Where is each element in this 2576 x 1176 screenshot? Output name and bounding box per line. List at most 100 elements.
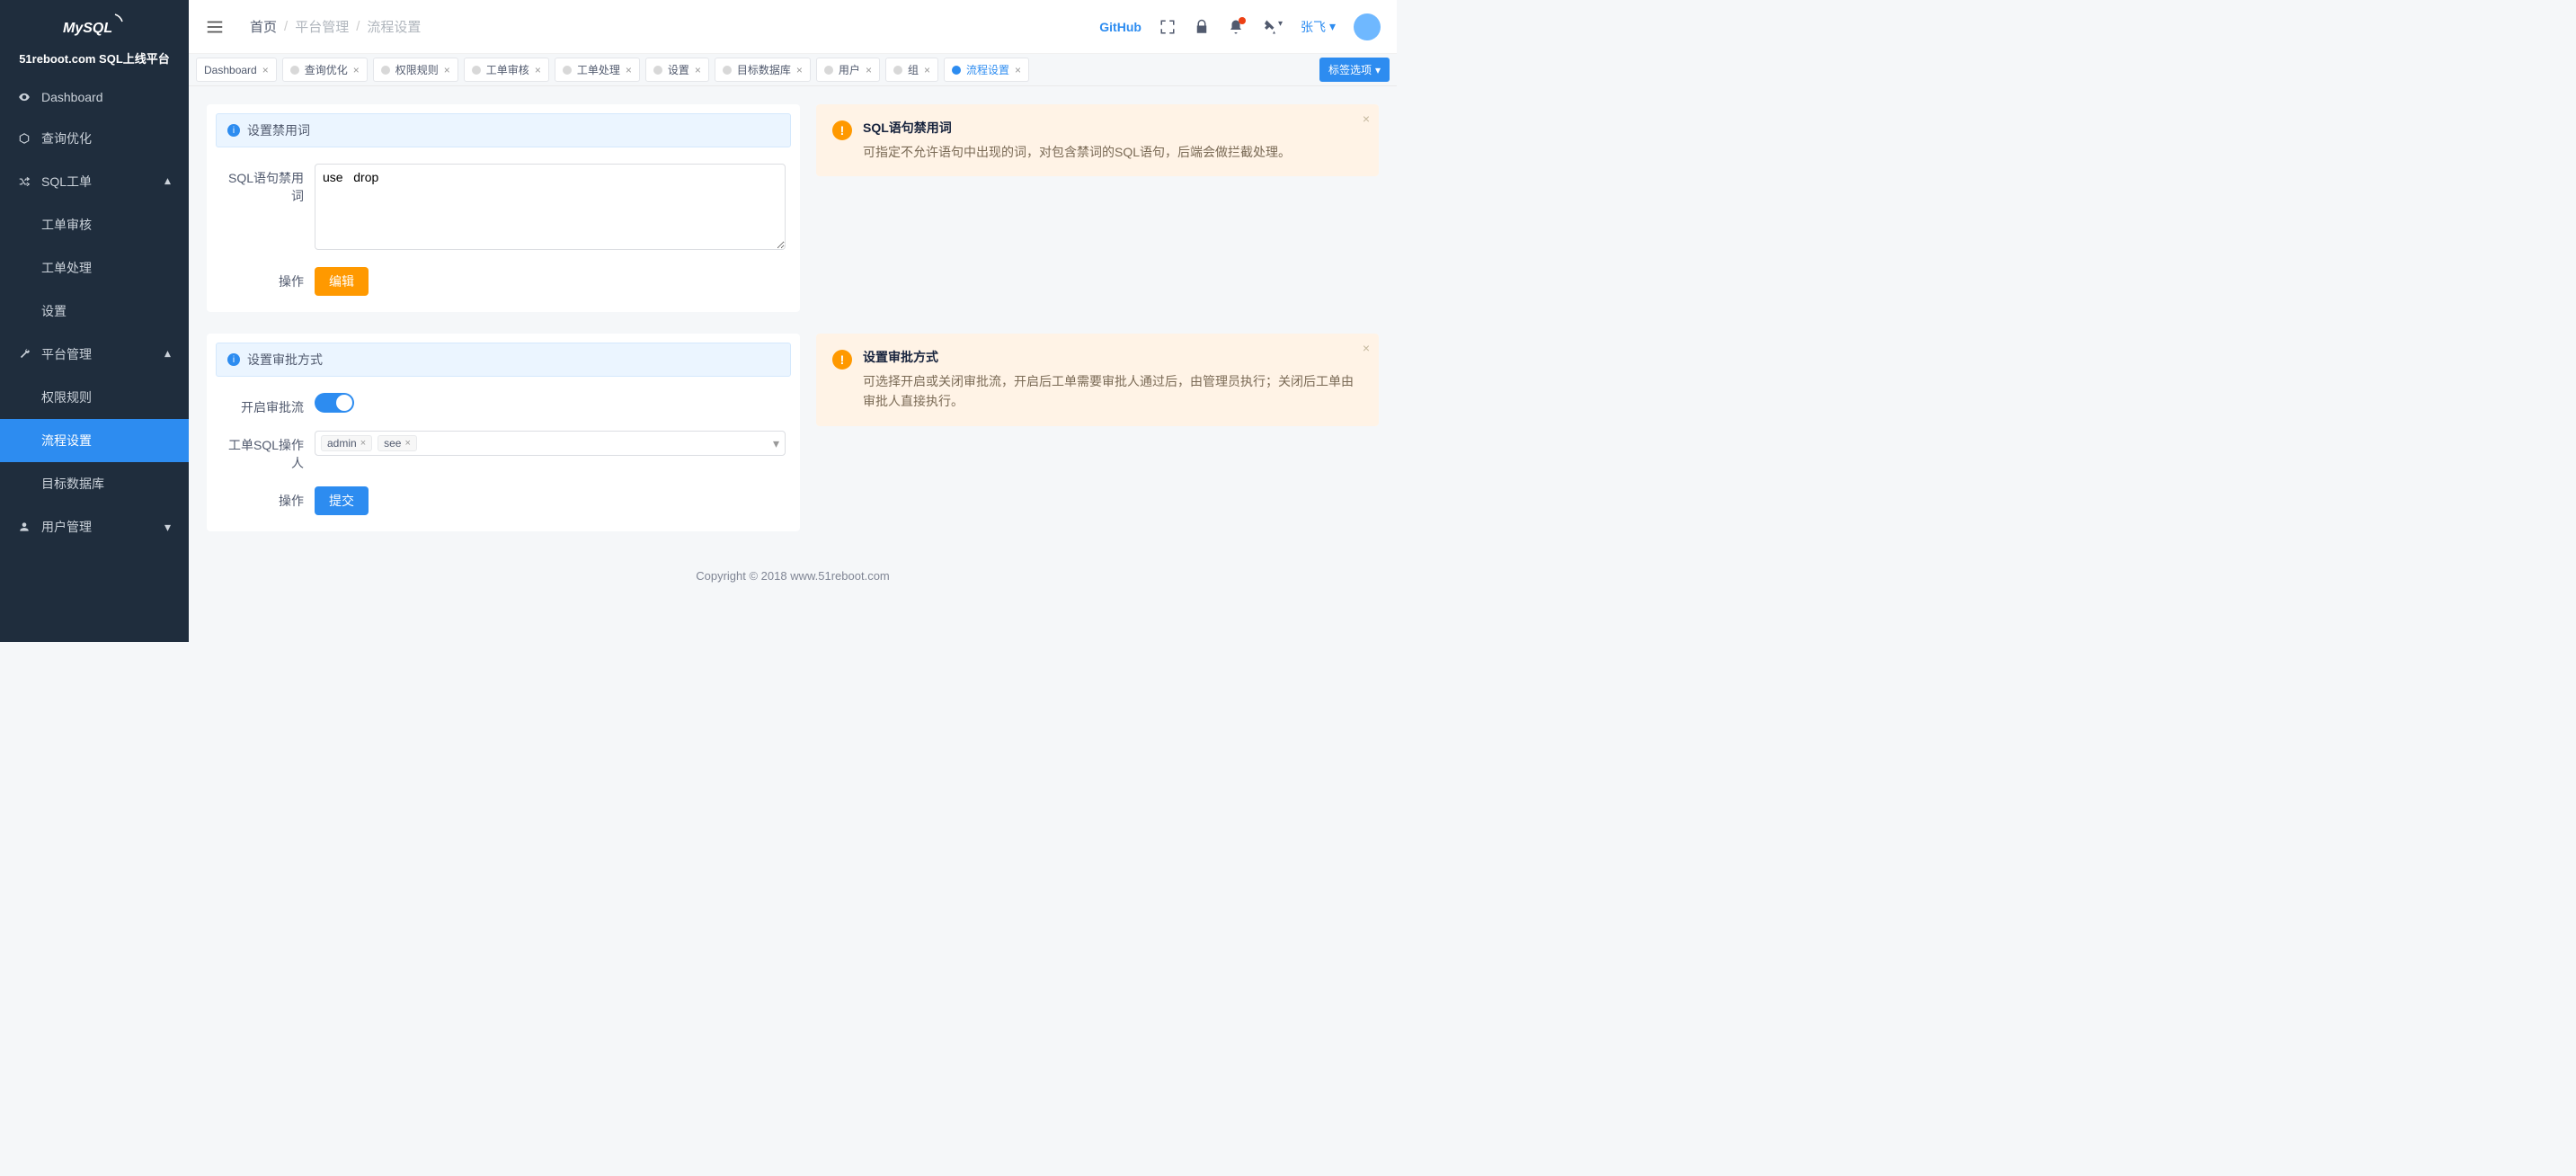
tab-order-review[interactable]: 工单审核 × (464, 58, 549, 82)
shuffle-icon (18, 175, 32, 188)
approval-banner: i 设置审批方式 (216, 343, 791, 377)
sidebar-group-head-user-manage[interactable]: 用户管理 ▾ (0, 505, 189, 548)
close-icon[interactable]: × (1363, 341, 1370, 355)
tab-dot-icon (723, 66, 732, 75)
tab-users[interactable]: 用户× (816, 58, 880, 82)
tab-groups[interactable]: 组× (885, 58, 938, 82)
breadcrumb-item[interactable]: 平台管理 (295, 17, 349, 36)
avatar[interactable] (1354, 13, 1381, 40)
breadcrumb-sep: / (284, 19, 288, 34)
close-icon[interactable]: × (535, 64, 541, 76)
tab-process-settings[interactable]: 流程设置× (944, 58, 1029, 82)
fullscreen-icon[interactable] (1159, 19, 1176, 35)
forbidden-words-textarea[interactable] (315, 164, 786, 250)
close-icon[interactable]: × (796, 64, 803, 76)
sidebar: MySQL 51reboot.com SQL上线平台 Dashboard 查询优… (0, 0, 189, 642)
info-icon: i (227, 353, 240, 366)
user-icon (18, 521, 32, 533)
tab-permission-rules[interactable]: 权限规则× (373, 58, 458, 82)
remove-tag-icon[interactable]: × (404, 438, 410, 449)
breadcrumb-item[interactable]: 首页 (250, 17, 277, 36)
tab-dot-icon (563, 66, 572, 75)
tabs-bar: Dashboard × 查询优化 × 权限规则× 工单审核 × 工单处理 × 设置 × 目… (189, 54, 1397, 86)
tab-query-optimize[interactable]: 查询优化 × (282, 58, 368, 82)
tab-dot-icon (653, 66, 662, 75)
close-icon[interactable]: × (626, 64, 632, 76)
sidebar-group-head-platform-manage[interactable]: 平台管理 ▾ (0, 333, 189, 376)
tab-dot-icon (893, 66, 902, 75)
paint-icon[interactable]: ▾ (1262, 19, 1283, 35)
operators-select[interactable]: admin× see× ▾ (315, 431, 786, 456)
sidebar-item-label: 目标数据库 (41, 475, 171, 493)
tab-dashboard[interactable]: Dashboard × (196, 58, 277, 82)
tab-label: 目标数据库 (737, 62, 791, 77)
sidebar-item-label: 权限规则 (41, 388, 171, 406)
tip-desc: 可指定不允许语句中出现的词，对包含禁词的SQL语句，后端会做拦截处理。 (863, 142, 1291, 162)
close-icon[interactable]: × (866, 64, 872, 76)
menu-toggle-icon[interactable] (205, 17, 225, 37)
operator-tag: see× (378, 435, 417, 451)
sidebar-item-permission-rules[interactable]: 权限规则 (0, 376, 189, 419)
main: 首页 / 平台管理 / 流程设置 GitHub ▾ 张飞▾ (189, 0, 1397, 642)
sidebar-item-target-db[interactable]: 目标数据库 (0, 462, 189, 505)
tab-dot-icon (290, 66, 299, 75)
banner-text: 设置禁用词 (247, 121, 310, 139)
github-link[interactable]: GitHub (1099, 20, 1141, 34)
cube-icon (18, 132, 32, 145)
user-name-label: 张飞 (1301, 18, 1326, 36)
tip-desc: 可选择开启或关闭审批流，开启后工单需要审批人通过后，由管理员执行；关闭后工单由审… (863, 371, 1363, 412)
bell-icon[interactable] (1228, 19, 1244, 35)
close-icon[interactable]: × (444, 64, 450, 76)
chevron-up-icon: ▾ (164, 347, 171, 362)
remove-tag-icon[interactable]: × (360, 438, 366, 449)
sidebar-item-label: SQL工单 (41, 173, 164, 191)
mysql-logo-icon: MySQL (63, 11, 126, 38)
content: i 设置禁用词 SQL语句禁用词 操作 编辑 (189, 86, 1397, 642)
tab-label: Dashboard (204, 64, 257, 76)
tab-target-db[interactable]: 目标数据库 × (715, 58, 811, 82)
user-menu[interactable]: 张飞▾ (1301, 18, 1336, 36)
tabs-list: Dashboard × 查询优化 × 权限规则× 工单审核 × 工单处理 × 设置 × 目… (196, 58, 1314, 82)
caret-down-icon: ▾ (1375, 64, 1381, 76)
tab-settings[interactable]: 设置 × (645, 58, 709, 82)
tab-dot-icon (381, 66, 390, 75)
row-approval: i 设置审批方式 开启审批流 工单SQL操作人 admin× (207, 334, 1379, 531)
tab-order-process[interactable]: 工单处理 × (555, 58, 640, 82)
approval-submit-button[interactable]: 提交 (315, 486, 369, 515)
header: 首页 / 平台管理 / 流程设置 GitHub ▾ 张飞▾ (189, 0, 1397, 54)
sidebar-group-head-sql-order[interactable]: SQL工单 ▾ (0, 160, 189, 203)
breadcrumb-item: 流程设置 (367, 17, 421, 36)
sidebar-item-label: 流程设置 (41, 432, 171, 450)
chevron-down-icon: ▾ (773, 436, 779, 451)
tabs-options-label: 标签选项 (1328, 62, 1372, 77)
tab-label: 工单处理 (577, 62, 620, 77)
close-icon[interactable]: × (262, 64, 269, 76)
approval-switch[interactable] (315, 393, 354, 413)
tab-label: 查询优化 (305, 62, 348, 77)
forbidden-field-label: SQL语句禁用词 (221, 164, 315, 253)
tabs-options-button[interactable]: 标签选项▾ (1319, 58, 1390, 82)
warning-icon: ! (832, 350, 852, 370)
forbidden-tip-card: ! SQL语句禁用词 可指定不允许语句中出现的词，对包含禁词的SQL语句，后端会… (816, 104, 1379, 176)
close-icon[interactable]: × (695, 64, 701, 76)
sidebar-item-settings[interactable]: 设置 (0, 290, 189, 333)
sidebar-item-order-process[interactable]: 工单处理 (0, 246, 189, 290)
sidebar-item-label: 工单处理 (41, 259, 171, 277)
forbidden-edit-button[interactable]: 编辑 (315, 267, 369, 296)
close-icon[interactable]: × (353, 64, 360, 76)
sidebar-item-order-review[interactable]: 工单审核 (0, 203, 189, 246)
tag-label: see (384, 437, 401, 450)
sidebar-item-dashboard[interactable]: Dashboard (0, 77, 189, 117)
sidebar-item-query-optimize[interactable]: 查询优化 (0, 117, 189, 160)
close-icon[interactable]: × (924, 64, 930, 76)
close-icon[interactable]: × (1363, 111, 1370, 126)
close-icon[interactable]: × (1015, 64, 1021, 76)
sidebar-item-process-settings[interactable]: 流程设置 (0, 419, 189, 462)
forbidden-action-label: 操作 (221, 267, 315, 296)
wrench-icon (18, 348, 32, 361)
lock-icon[interactable] (1194, 19, 1210, 35)
header-right: GitHub ▾ 张飞▾ (1099, 13, 1381, 40)
tab-label: 工单审核 (486, 62, 529, 77)
tab-label: 设置 (668, 62, 689, 77)
sidebar-item-label: 查询优化 (41, 129, 171, 147)
